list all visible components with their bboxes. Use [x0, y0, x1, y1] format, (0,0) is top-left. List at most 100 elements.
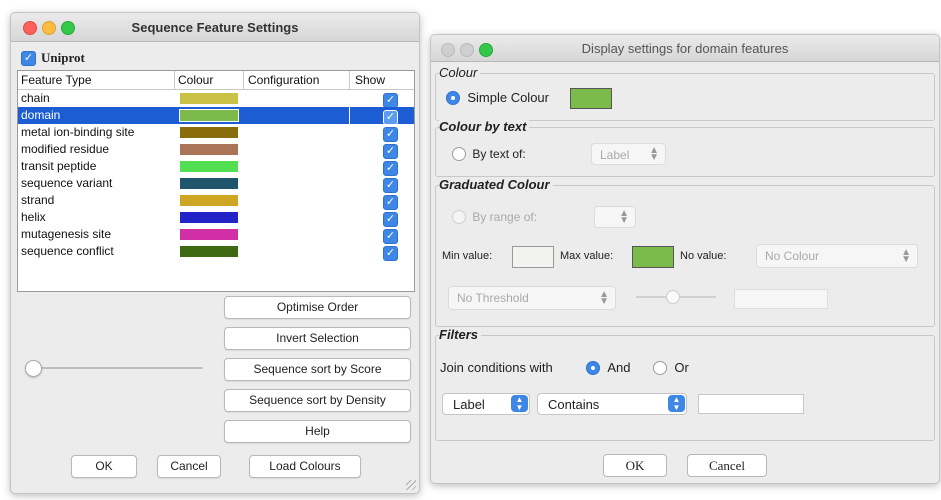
feature-colour-swatch[interactable]: [180, 178, 238, 189]
feature-name: modified residue: [21, 142, 110, 156]
feature-show-toggle[interactable]: ✓: [383, 211, 398, 227]
by-range-option[interactable]: By range of:: [452, 209, 537, 224]
radio-unselected-icon[interactable]: [452, 146, 466, 161]
threshold-value-field[interactable]: [734, 289, 828, 309]
feature-colour-swatch[interactable]: [180, 212, 238, 223]
sort-by-density-button[interactable]: Sequence sort by Density: [224, 389, 411, 412]
column-header-feature-type[interactable]: Feature Type: [21, 73, 92, 87]
feature-name: sequence variant: [21, 176, 113, 190]
feature-row[interactable]: transit peptide ✓: [18, 158, 414, 176]
cancel-button[interactable]: Cancel: [157, 455, 221, 478]
no-value-select[interactable]: No Colour ▲ ▼: [756, 244, 918, 268]
join-conditions-label: Join conditions with: [440, 360, 553, 375]
feature-colour-swatch[interactable]: [180, 195, 238, 206]
source-group-toggle[interactable]: ✓ Uniprot: [21, 49, 85, 67]
radio-selected-icon[interactable]: [586, 360, 600, 375]
sort-by-score-button[interactable]: Sequence sort by Score: [224, 358, 411, 381]
filter-attribute-select[interactable]: Label ▲ ▼: [442, 393, 530, 415]
checkmark-icon[interactable]: ✓: [383, 93, 398, 108]
checkmark-icon[interactable]: ✓: [383, 110, 398, 125]
feature-show-toggle[interactable]: ✓: [383, 92, 398, 108]
sequence-feature-settings-window: Sequence Feature Settings ✓ Uniprot Feat…: [10, 12, 420, 494]
ok-button[interactable]: OK: [71, 455, 137, 478]
feature-show-toggle[interactable]: ✓: [383, 228, 398, 244]
load-colours-button[interactable]: Load Colours: [249, 455, 361, 478]
optimise-order-button[interactable]: Optimise Order: [224, 296, 411, 319]
no-value-label: No value:: [680, 250, 727, 262]
checkmark-icon[interactable]: ✓: [383, 127, 398, 142]
colour-group-legend: Colour: [439, 65, 481, 80]
stepper-arrows-icon: ▲ ▼: [649, 145, 659, 163]
checkmark-icon[interactable]: ✓: [383, 229, 398, 244]
filter-pattern-field[interactable]: [698, 394, 804, 414]
checkmark-icon[interactable]: ✓: [383, 144, 398, 159]
filters-group: Filters Join conditions with And Or Labe…: [435, 327, 935, 441]
feature-row[interactable]: mutagenesis site ✓: [18, 226, 414, 244]
radio-disabled-icon[interactable]: [452, 209, 466, 224]
checkmark-icon[interactable]: ✓: [383, 161, 398, 176]
by-range-label: By range of:: [472, 209, 538, 224]
feature-show-toggle[interactable]: ✓: [383, 245, 398, 261]
feature-show-toggle[interactable]: ✓: [383, 160, 398, 176]
feature-colour-swatch[interactable]: [180, 161, 238, 172]
feature-show-toggle[interactable]: ✓: [383, 143, 398, 159]
column-header-show[interactable]: Show: [355, 73, 385, 87]
checkmark-icon[interactable]: ✓: [383, 195, 398, 210]
ok-button[interactable]: OK: [603, 454, 667, 477]
title-bar: Display settings for domain features: [431, 35, 939, 62]
column-header-configuration[interactable]: Configuration: [248, 73, 319, 87]
feature-row[interactable]: metal ion-binding site ✓: [18, 124, 414, 142]
feature-show-toggle[interactable]: ✓: [383, 177, 398, 193]
transparency-slider-handle[interactable]: [25, 360, 42, 377]
checkmark-icon[interactable]: ✓: [383, 178, 398, 193]
colour-by-text-group: Colour by text By text of: Label ▲ ▼: [435, 119, 935, 177]
feature-colour-swatch[interactable]: [180, 144, 238, 155]
feature-row[interactable]: sequence conflict ✓: [18, 243, 414, 261]
checkmark-icon[interactable]: ✓: [383, 246, 398, 261]
max-colour-swatch[interactable]: [632, 246, 674, 268]
feature-show-toggle[interactable]: ✓: [383, 194, 398, 210]
feature-row[interactable]: modified residue ✓: [18, 141, 414, 159]
checkmark-icon[interactable]: ✓: [383, 212, 398, 227]
feature-show-toggle[interactable]: ✓: [383, 126, 398, 142]
feature-colour-swatch[interactable]: [180, 246, 238, 257]
transparency-slider-track[interactable]: [33, 367, 203, 369]
filter-condition-select[interactable]: Contains ▲ ▼: [537, 393, 687, 415]
help-button[interactable]: Help: [224, 420, 411, 443]
feature-show-toggle[interactable]: ✓: [383, 109, 398, 125]
column-header-colour[interactable]: Colour: [178, 73, 213, 87]
range-attribute-select[interactable]: ▲ ▼: [594, 206, 636, 228]
feature-name: domain: [21, 108, 61, 122]
feature-colour-swatch[interactable]: [180, 93, 238, 104]
max-value-label: Max value:: [560, 250, 614, 262]
threshold-select[interactable]: No Threshold ▲ ▼: [448, 286, 616, 310]
cancel-button[interactable]: Cancel: [687, 454, 767, 477]
feature-rows: chain ✓ domain ✓ metal ion-binding site ✓ modi…: [18, 90, 414, 261]
radio-selected-icon[interactable]: [446, 90, 460, 105]
join-or-option[interactable]: Or: [653, 360, 689, 375]
dropdown-arrows-icon: ▲ ▼: [668, 395, 685, 412]
radio-unselected-icon[interactable]: [653, 360, 667, 375]
resize-grip-icon[interactable]: [406, 480, 416, 490]
feature-row[interactable]: chain ✓: [18, 90, 414, 108]
source-label: Uniprot: [41, 50, 85, 65]
feature-row[interactable]: helix ✓: [18, 209, 414, 227]
join-and-option[interactable]: And: [586, 360, 630, 375]
simple-colour-option[interactable]: Simple Colour: [446, 90, 549, 105]
feature-row[interactable]: domain ✓: [18, 107, 414, 125]
feature-row[interactable]: strand ✓: [18, 192, 414, 210]
feature-colour-swatch[interactable]: [179, 109, 239, 122]
invert-selection-button[interactable]: Invert Selection: [224, 327, 411, 350]
simple-colour-swatch[interactable]: [570, 88, 612, 109]
feature-colour-swatch[interactable]: [180, 127, 238, 138]
min-value-label: Min value:: [442, 250, 493, 262]
text-attribute-select[interactable]: Label ▲ ▼: [591, 143, 666, 165]
feature-colour-swatch[interactable]: [180, 229, 238, 240]
feature-name: sequence conflict: [21, 244, 114, 258]
checkmark-icon[interactable]: ✓: [21, 50, 36, 66]
by-text-option[interactable]: By text of:: [452, 146, 526, 161]
threshold-slider-handle[interactable]: [666, 290, 680, 304]
title-bar: Sequence Feature Settings: [11, 13, 419, 42]
feature-row[interactable]: sequence variant ✓: [18, 175, 414, 193]
min-colour-swatch[interactable]: [512, 246, 554, 268]
